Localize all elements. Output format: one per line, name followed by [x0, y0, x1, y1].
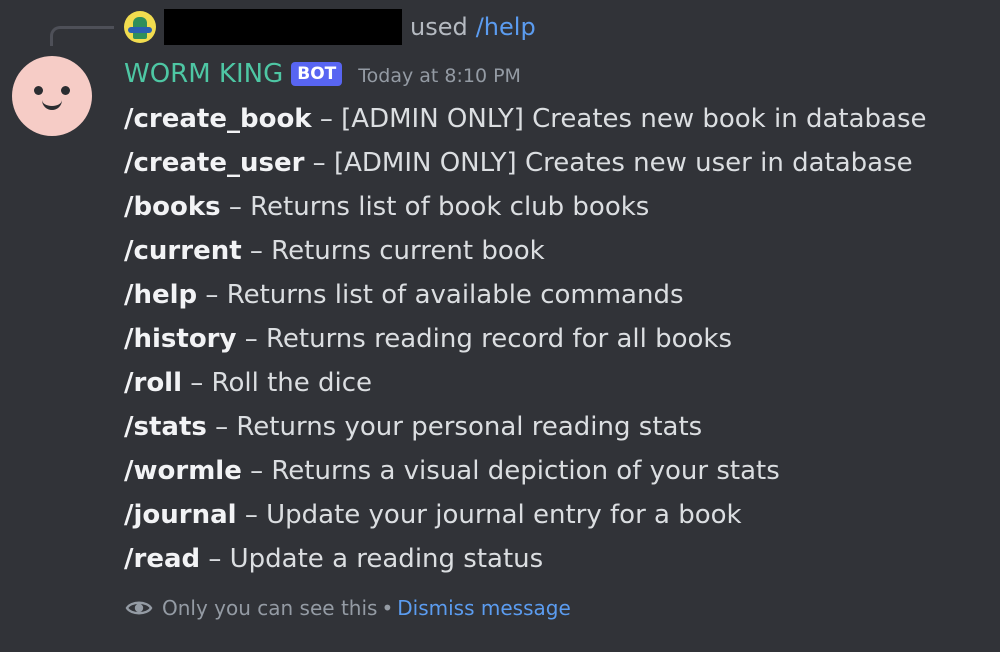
reply-spine — [50, 26, 114, 46]
command-description: Update a reading status — [229, 544, 544, 574]
command-description: [ADMIN ONLY] Creates new user in databas… — [333, 148, 913, 178]
command-separator: – — [311, 104, 342, 134]
command-separator: – — [241, 456, 272, 486]
command-separator: – — [241, 236, 272, 266]
command-description: Roll the dice — [211, 368, 373, 398]
command-name: /help — [124, 280, 198, 310]
reply-user-avatar[interactable] — [124, 11, 156, 43]
command-list: /create_book – [ADMIN ONLY] Creates new … — [124, 97, 984, 581]
redacted-username — [164, 9, 402, 45]
separator-dot: • — [381, 596, 394, 620]
command-separator: – — [206, 412, 237, 442]
command-name: /books — [124, 192, 221, 222]
command-description: Returns list of available commands — [226, 280, 684, 310]
list-item: /journal – Update your journal entry for… — [124, 493, 984, 537]
bot-tag: BOT — [291, 62, 343, 86]
command-name: /create_book — [124, 104, 312, 134]
message-header: WORM KING BOT Today at 8:10 PM — [124, 56, 521, 92]
command-name: /stats — [124, 412, 207, 442]
command-description: Returns your personal reading stats — [236, 412, 703, 442]
command-separator: – — [197, 280, 227, 310]
reply-command-link[interactable]: /help — [476, 13, 536, 41]
command-separator: – — [236, 324, 266, 354]
list-item: /history – Returns reading record for al… — [124, 317, 984, 361]
author-name[interactable]: WORM KING — [124, 59, 283, 89]
command-separator: – — [182, 368, 212, 398]
message-timestamp[interactable]: Today at 8:10 PM — [358, 61, 521, 87]
list-item: /roll – Roll the dice — [124, 361, 984, 405]
list-item: /read – Update a reading status — [124, 537, 984, 581]
avatar-smile — [42, 100, 62, 110]
command-name: /create_user — [124, 148, 305, 178]
command-description: Returns a visual depiction of your stats — [271, 456, 780, 486]
eye-icon — [124, 593, 154, 623]
command-separator: – — [220, 192, 251, 222]
command-name: /wormle — [124, 456, 242, 486]
list-item: /stats – Returns your personal reading s… — [124, 405, 984, 449]
command-name: /history — [124, 324, 237, 354]
command-separator: – — [236, 500, 267, 530]
command-description: [ADMIN ONLY] Creates new book in databas… — [341, 104, 927, 134]
command-name: /journal — [124, 500, 237, 530]
command-separator: – — [200, 544, 230, 574]
avatar-left-eye — [34, 86, 43, 95]
command-name: /current — [124, 236, 242, 266]
bot-avatar[interactable] — [12, 56, 92, 136]
list-item: /wormle – Returns a visual depiction of … — [124, 449, 984, 493]
bot-message: used /help WORM KING BOT Today at 8:10 P… — [0, 0, 1000, 652]
ephemeral-notice: Only you can see this • Dismiss message — [124, 592, 571, 624]
list-item: /current – Returns current book — [124, 229, 984, 273]
reply-context[interactable]: used /help — [124, 8, 536, 46]
command-description: Returns reading record for all books — [266, 324, 733, 354]
list-item: /create_book – [ADMIN ONLY] Creates new … — [124, 97, 984, 141]
avatar-right-eye — [61, 86, 70, 95]
command-name: /roll — [124, 368, 183, 398]
ephemeral-notice-text: Only you can see this — [162, 596, 378, 620]
command-description: Update your journal entry for a book — [266, 500, 742, 530]
command-description: Returns list of book club books — [250, 192, 650, 222]
command-description: Returns current book — [271, 236, 545, 266]
command-name: /read — [124, 544, 201, 574]
command-separator: – — [304, 148, 334, 178]
list-item: /help – Returns list of available comman… — [124, 273, 984, 317]
list-item: /create_user – [ADMIN ONLY] Creates new … — [124, 141, 984, 185]
dismiss-message-link[interactable]: Dismiss message — [397, 596, 571, 620]
reply-used-text: used — [410, 13, 468, 41]
list-item: /books – Returns list of book club books — [124, 185, 984, 229]
